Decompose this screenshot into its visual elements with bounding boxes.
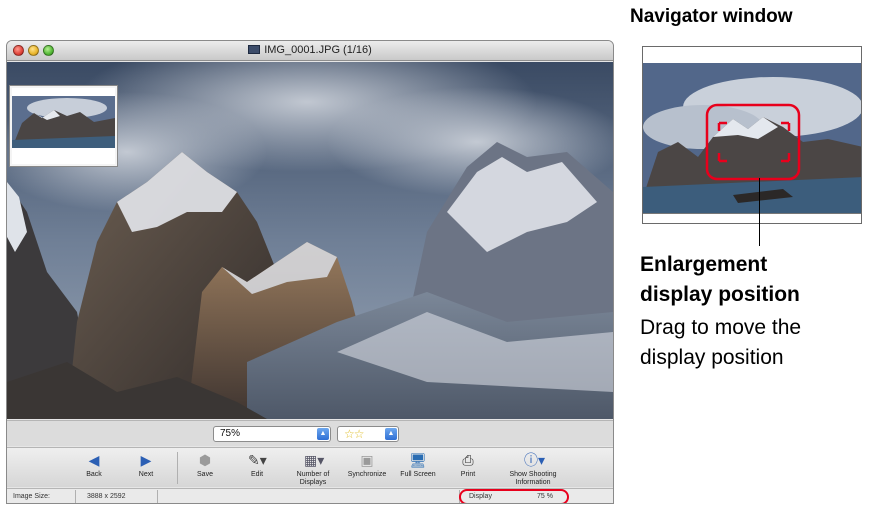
status-separator <box>75 490 76 503</box>
zoom-select[interactable]: 75% ▲ <box>213 426 331 442</box>
back-label: Back <box>86 471 102 478</box>
callout-description: Drag to move the display position <box>640 313 801 373</box>
navigator-thumbnail[interactable] <box>10 86 117 166</box>
save-icon: ⬢ <box>198 452 212 468</box>
save-button[interactable]: ⬢ Save <box>183 452 227 479</box>
navigator-window[interactable] <box>642 46 862 224</box>
window-title-text: IMG_0001.JPG (1/16) <box>264 44 372 56</box>
navigator-image <box>643 47 861 223</box>
callout-desc-line2: display position <box>640 346 784 369</box>
rating-stars: ☆☆ <box>344 427 364 441</box>
number-of-displays-label-2: Displays <box>299 479 327 486</box>
toolbar: ◀ Back ▶ Next ⬢ Save ✎▾ Edit ▦▾ Number o… <box>7 447 613 487</box>
print-button[interactable]: ⎙ Print <box>446 452 490 479</box>
canvas: IMG_0001.JPG (1/16) 75% ▲ ☆☆ ▲ ◀ Back ▶ … <box>0 0 876 506</box>
image-size-value: 3888 x 2592 <box>87 493 126 500</box>
image-display-area[interactable] <box>7 62 613 419</box>
display-highlight-ring <box>459 489 569 503</box>
callout-title-line2: display position <box>640 283 800 306</box>
save-label: Save <box>197 471 213 478</box>
callout-title-line1: Enlargement <box>640 253 768 276</box>
next-arrow-icon: ▶ <box>140 452 152 468</box>
show-shooting-info-icon: ⓘ▾ <box>524 452 546 468</box>
show-shooting-info-button[interactable]: ⓘ▾ Show Shooting Information <box>506 452 560 487</box>
toolbar-separator <box>177 452 178 484</box>
full-screen-button[interactable]: 🖥 Full Screen <box>396 452 440 479</box>
status-separator <box>157 490 158 503</box>
title-bar[interactable]: IMG_0001.JPG (1/16) <box>7 41 613 61</box>
navigator-border-line <box>643 213 861 214</box>
callout-title: Enlargement display position <box>640 250 800 310</box>
print-label: Print <box>460 471 476 478</box>
full-screen-label: Full Screen <box>400 471 436 478</box>
image-viewer-window: IMG_0001.JPG (1/16) 75% ▲ ☆☆ ▲ ◀ Back ▶ … <box>6 40 614 504</box>
edit-label: Edit <box>250 471 264 478</box>
number-of-displays-label-1: Number of <box>296 471 330 478</box>
synchronize-button[interactable]: ▣ Synchronize <box>345 452 389 479</box>
edit-button[interactable]: ✎▾ Edit <box>235 452 279 479</box>
show-shooting-label-2: Information <box>515 479 551 486</box>
document-icon <box>248 45 261 54</box>
synchronize-icon: ▣ <box>360 452 374 468</box>
show-shooting-label-1: Show Shooting <box>509 471 557 478</box>
print-icon: ⎙ <box>462 452 474 468</box>
full-screen-icon: 🖥 <box>409 452 427 468</box>
select-arrow-icon: ▲ <box>317 428 329 440</box>
zoom-rating-bar: 75% ▲ ☆☆ ▲ <box>7 420 613 446</box>
next-label: Next <box>138 471 154 478</box>
synchronize-label: Synchronize <box>347 471 387 478</box>
edit-icon: ✎▾ <box>248 452 267 468</box>
rating-select[interactable]: ☆☆ ▲ <box>337 426 399 442</box>
image-size-label: Image Size: <box>13 493 50 500</box>
window-title: IMG_0001.JPG (1/16) <box>7 44 613 56</box>
callout-desc-line1: Drag to move the <box>640 316 802 339</box>
navigator-heading: Navigator window <box>630 6 793 27</box>
number-of-displays-icon: ▦▾ <box>304 452 325 468</box>
navigator-thumbnail-image <box>12 88 115 164</box>
zoom-value: 75% <box>220 428 241 439</box>
number-of-displays-button[interactable]: ▦▾ Number of Displays <box>291 452 335 487</box>
back-button[interactable]: ◀ Back <box>72 452 116 479</box>
next-button[interactable]: ▶ Next <box>124 452 168 479</box>
select-arrow-icon: ▲ <box>385 428 397 440</box>
callout-leader-line <box>759 178 760 246</box>
status-bar: Image Size: 3888 x 2592 Display 75 % <box>7 488 613 503</box>
back-arrow-icon: ◀ <box>88 452 100 468</box>
